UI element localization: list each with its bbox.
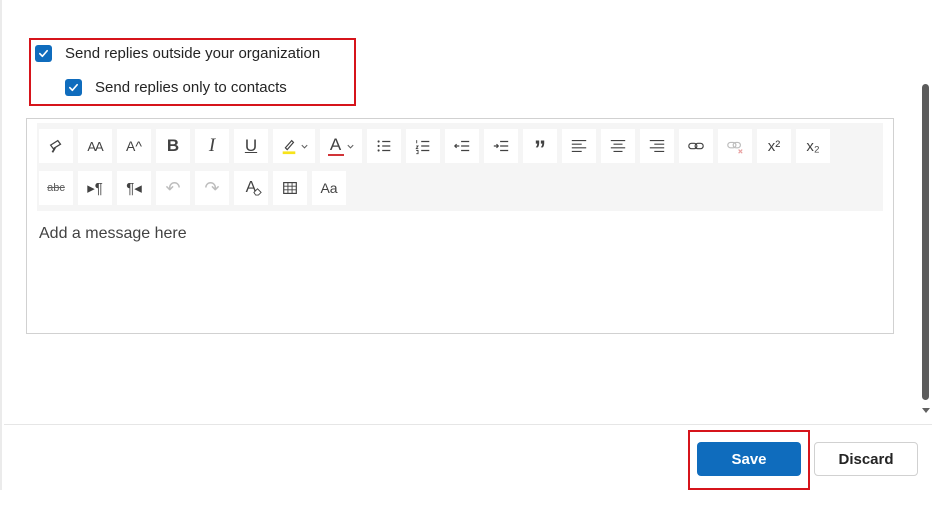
format-painter-button[interactable] <box>39 129 73 163</box>
left-border <box>0 0 2 490</box>
send-outside-org-label: Send replies outside your organization <box>65 45 321 62</box>
send-only-contacts-option[interactable]: Send replies only to contacts <box>65 79 287 96</box>
message-editor: AA A^ B I U A ” x² x₂ abc ▸¶ ¶◂ ↶ ↷ A Aa… <box>26 118 894 334</box>
font-size-icon: AA <box>87 138 103 154</box>
remove-link-button[interactable] <box>718 129 752 163</box>
footer-divider <box>4 424 932 425</box>
bold-icon: B <box>166 136 180 155</box>
font-color-button[interactable]: A <box>320 129 362 163</box>
undo-button[interactable]: ↶ <box>156 171 190 205</box>
scrollbar-thumb[interactable] <box>922 84 929 400</box>
superscript-button[interactable]: x² <box>757 129 791 163</box>
clear-formatting-icon: A <box>246 179 262 197</box>
align-center-button[interactable] <box>601 129 635 163</box>
align-right-button[interactable] <box>640 129 674 163</box>
align-center-icon <box>610 140 626 152</box>
italic-icon: I <box>208 135 216 156</box>
highlight-icon <box>282 139 295 155</box>
underline-icon: U <box>244 136 258 155</box>
font-color-icon: A <box>327 135 344 156</box>
numbering-icon <box>415 140 430 155</box>
subscript-icon: x₂ <box>806 137 820 155</box>
decrease-indent-icon <box>453 140 470 152</box>
discard-button[interactable]: Discard <box>814 442 918 476</box>
redo-icon: ↷ <box>204 177 220 198</box>
italic-button[interactable]: I <box>195 129 229 163</box>
left-to-right-button[interactable]: ▸¶ <box>78 171 112 205</box>
format-painter-icon <box>49 139 62 153</box>
table-icon <box>283 182 297 194</box>
ltr-icon: ▸¶ <box>87 180 103 197</box>
change-case-icon: Aa <box>320 180 338 196</box>
save-button-label: Save <box>731 450 767 468</box>
decrease-indent-button[interactable] <box>445 129 479 163</box>
link-icon <box>688 142 704 150</box>
send-only-contacts-label: Send replies only to contacts <box>95 79 287 96</box>
message-placeholder: Add a message here <box>39 225 187 242</box>
bullets-button[interactable] <box>367 129 401 163</box>
underline-button[interactable]: U <box>234 129 268 163</box>
redo-button[interactable]: ↷ <box>195 171 229 205</box>
increase-indent-button[interactable] <box>484 129 518 163</box>
font-color-glyph: A <box>329 135 342 154</box>
superscript-icon: x² <box>767 137 781 155</box>
right-to-left-button[interactable]: ¶◂ <box>117 171 151 205</box>
quote-button[interactable]: ” <box>523 129 557 163</box>
send-outside-org-checkbox[interactable] <box>35 45 52 62</box>
strikethrough-button[interactable]: abc <box>39 171 73 205</box>
grow-font-icon: A^ <box>126 138 142 154</box>
bullets-icon <box>377 140 391 152</box>
save-button[interactable]: Save <box>697 442 801 476</box>
font-color-swatch <box>327 154 344 156</box>
align-left-icon <box>571 140 587 152</box>
increase-indent-icon <box>493 140 509 152</box>
quote-icon: ” <box>534 136 546 163</box>
undo-icon: ↶ <box>165 177 181 198</box>
send-outside-org-option[interactable]: Send replies outside your organization <box>35 45 320 62</box>
subscript-button[interactable]: x₂ <box>796 129 830 163</box>
strikethrough-icon: abc <box>47 182 65 194</box>
chevron-down-icon <box>300 144 308 149</box>
toolbar-row-2: abc ▸¶ ¶◂ ↶ ↷ A Aa <box>39 171 351 205</box>
chevron-down-icon <box>346 144 354 149</box>
insert-table-button[interactable] <box>273 171 307 205</box>
rtl-icon: ¶◂ <box>126 180 142 197</box>
change-case-button[interactable]: Aa <box>312 171 346 205</box>
discard-button-label: Discard <box>838 450 894 468</box>
numbering-button[interactable] <box>406 129 440 163</box>
align-left-button[interactable] <box>562 129 596 163</box>
checkmark-icon <box>69 83 78 92</box>
align-right-icon <box>649 140 665 152</box>
grow-font-button[interactable]: A^ <box>117 129 151 163</box>
clear-formatting-button[interactable]: A <box>234 171 268 205</box>
eraser-icon <box>252 188 262 196</box>
send-only-contacts-checkbox[interactable] <box>65 79 82 96</box>
toolbar-row-1: AA A^ B I U A ” x² x₂ <box>39 129 835 163</box>
unlink-icon <box>727 141 743 154</box>
checkmark-icon <box>39 49 48 58</box>
scroll-down-arrow-icon[interactable] <box>922 408 930 413</box>
bold-button[interactable]: B <box>156 129 190 163</box>
message-input[interactable]: Add a message here <box>39 225 187 243</box>
highlight-button[interactable] <box>273 129 315 163</box>
font-size-button[interactable]: AA <box>78 129 112 163</box>
insert-link-button[interactable] <box>679 129 713 163</box>
formatting-toolbar: AA A^ B I U A ” x² x₂ abc ▸¶ ¶◂ ↶ ↷ A Aa <box>37 123 883 211</box>
